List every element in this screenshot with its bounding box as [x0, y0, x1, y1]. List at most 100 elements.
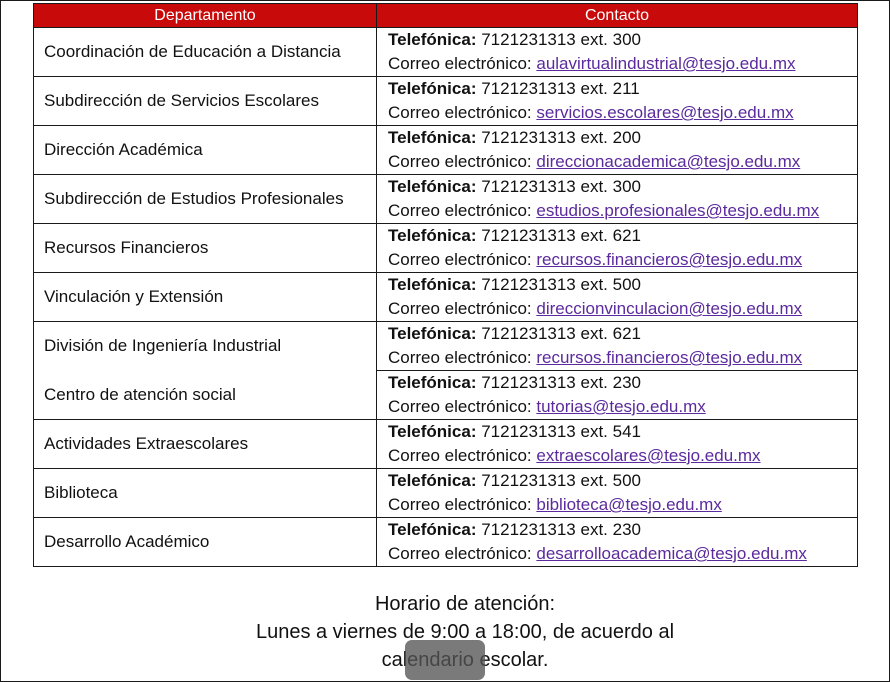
phone-line: Telefónica: 7121231313 ext. 621 [388, 224, 857, 248]
email-link[interactable]: desarrolloacademica@tesjo.edu.mx [536, 544, 807, 563]
table-row: Biblioteca Telefónica: 7121231313 ext. 5… [33, 468, 858, 518]
email-line: Correo electrónico: aulavirtualindustria… [388, 52, 857, 76]
contact-cell: Telefónica: 7121231313 ext. 200 Correo e… [376, 125, 858, 175]
email-line: Correo electrónico: recursos.financieros… [388, 346, 857, 370]
phone-label: Telefónica: [388, 520, 477, 539]
contact-cell: Telefónica: 7121231313 ext. 621 Correo e… [376, 223, 858, 273]
phone-label: Telefónica: [388, 79, 477, 98]
phone-label: Telefónica: [388, 422, 477, 441]
department-cell: Vinculación y Extensión [33, 272, 377, 322]
email-link[interactable]: extraescolares@tesjo.edu.mx [536, 446, 760, 465]
email-label: Correo electrónico: [388, 103, 532, 122]
table-row: Vinculación y Extensión Telefónica: 7121… [33, 272, 858, 322]
contact-cell: Telefónica: 7121231313 ext. 500 Correo e… [376, 468, 858, 518]
email-link[interactable]: direccionvinculacion@tesjo.edu.mx [536, 299, 802, 318]
email-label: Correo electrónico: [388, 446, 532, 465]
email-link[interactable]: biblioteca@tesjo.edu.mx [536, 495, 721, 514]
header-contact: Contacto [376, 3, 858, 28]
email-line: Correo electrónico: tutorias@tesjo.edu.m… [388, 395, 857, 419]
phone-line: Telefónica: 7121231313 ext. 230 [388, 518, 857, 542]
phone-line: Telefónica: 7121231313 ext. 300 [388, 28, 857, 52]
phone-value: 7121231313 ext. 200 [481, 128, 641, 147]
email-link[interactable]: direccionacademica@tesjo.edu.mx [536, 152, 800, 171]
phone-value: 7121231313 ext. 541 [481, 422, 641, 441]
table-row: Centro de atención social Telefónica: 71… [33, 370, 858, 420]
department-cell: Centro de atención social [33, 370, 377, 420]
department-cell: Dirección Académica [33, 125, 377, 175]
email-label: Correo electrónico: [388, 348, 532, 367]
email-label: Correo electrónico: [388, 54, 532, 73]
table-row: Actividades Extraescolares Telefónica: 7… [33, 419, 858, 469]
phone-value: 7121231313 ext. 300 [481, 177, 641, 196]
phone-value: 7121231313 ext. 500 [481, 471, 641, 490]
department-cell: Biblioteca [33, 468, 377, 518]
phone-label: Telefónica: [388, 324, 477, 343]
phone-line: Telefónica: 7121231313 ext. 200 [388, 126, 857, 150]
phone-label: Telefónica: [388, 471, 477, 490]
contact-cell: Telefónica: 7121231313 ext. 300 Correo e… [376, 174, 858, 224]
email-label: Correo electrónico: [388, 299, 532, 318]
phone-value: 7121231313 ext. 230 [481, 520, 641, 539]
department-cell: División de Ingeniería Industrial [33, 321, 377, 371]
phone-label: Telefónica: [388, 275, 477, 294]
email-link[interactable]: aulavirtualindustrial@tesjo.edu.mx [536, 54, 795, 73]
contact-cell: Telefónica: 7121231313 ext. 621 Correo e… [376, 321, 858, 371]
phone-value: 7121231313 ext. 211 [481, 79, 640, 98]
table-row: División de Ingeniería Industrial Telefó… [33, 321, 858, 371]
department-cell: Subdirección de Servicios Escolares [33, 76, 377, 126]
phone-label: Telefónica: [388, 226, 477, 245]
contact-cell: Telefónica: 7121231313 ext. 230 Correo e… [376, 370, 858, 420]
phone-value: 7121231313 ext. 230 [481, 373, 641, 392]
email-line: Correo electrónico: direccionvinculacion… [388, 297, 857, 321]
header-department: Departamento [33, 3, 377, 28]
office-hours-title: Horario de atención: [374, 593, 556, 615]
phone-line: Telefónica: 7121231313 ext. 300 [388, 175, 857, 199]
email-line: Correo electrónico: extraescolares@tesjo… [388, 444, 857, 468]
email-line: Correo electrónico: desarrolloacademica@… [388, 542, 857, 566]
contact-cell: Telefónica: 7121231313 ext. 230 Correo e… [376, 517, 858, 567]
phone-label: Telefónica: [388, 128, 477, 147]
floating-overlay-button[interactable] [405, 640, 485, 680]
email-link[interactable]: servicios.escolares@tesjo.edu.mx [536, 103, 793, 122]
contact-cell: Telefónica: 7121231313 ext. 500 Correo e… [376, 272, 858, 322]
table-body: Coordinación de Educación a Distancia Te… [33, 27, 858, 567]
table-row: Subdirección de Estudios Profesionales T… [33, 174, 858, 224]
department-cell: Subdirección de Estudios Profesionales [33, 174, 377, 224]
email-line: Correo electrónico: recursos.financieros… [388, 248, 857, 272]
phone-label: Telefónica: [388, 30, 477, 49]
phone-label: Telefónica: [388, 373, 477, 392]
department-cell: Actividades Extraescolares [33, 419, 377, 469]
department-cell: Desarrollo Académico [33, 517, 377, 567]
department-cell: Recursos Financieros [33, 223, 377, 273]
email-label: Correo electrónico: [388, 397, 532, 416]
phone-line: Telefónica: 7121231313 ext. 211 [388, 77, 857, 101]
email-label: Correo electrónico: [388, 544, 532, 563]
contact-cell: Telefónica: 7121231313 ext. 211 Correo e… [376, 76, 858, 126]
table-row: Recursos Financieros Telefónica: 7121231… [33, 223, 858, 273]
phone-label: Telefónica: [388, 177, 477, 196]
phone-value: 7121231313 ext. 621 [481, 324, 641, 343]
table-row: Subdirección de Servicios Escolares Tele… [33, 76, 858, 126]
phone-line: Telefónica: 7121231313 ext. 621 [388, 322, 857, 346]
email-link[interactable]: estudios.profesionales@tesjo.edu.mx [536, 201, 819, 220]
email-line: Correo electrónico: estudios.profesional… [388, 199, 857, 223]
email-link[interactable]: recursos.financieros@tesjo.edu.mx [536, 250, 802, 269]
phone-line: Telefónica: 7121231313 ext. 230 [388, 371, 857, 395]
phone-value: 7121231313 ext. 621 [481, 226, 641, 245]
contact-table: Departamento Contacto Coordinación de Ed… [33, 3, 858, 567]
email-line: Correo electrónico: biblioteca@tesjo.edu… [388, 493, 857, 517]
contact-cell: Telefónica: 7121231313 ext. 541 Correo e… [376, 419, 858, 469]
contact-cell: Telefónica: 7121231313 ext. 300 Correo e… [376, 27, 858, 77]
table-row: Desarrollo Académico Telefónica: 7121231… [33, 517, 858, 567]
email-link[interactable]: tutorias@tesjo.edu.mx [536, 397, 705, 416]
email-label: Correo electrónico: [388, 250, 532, 269]
email-label: Correo electrónico: [388, 152, 532, 171]
email-link[interactable]: recursos.financieros@tesjo.edu.mx [536, 348, 802, 367]
department-cell: Coordinación de Educación a Distancia [33, 27, 377, 77]
table-row: Dirección Académica Telefónica: 71212313… [33, 125, 858, 175]
phone-line: Telefónica: 7121231313 ext. 541 [388, 420, 857, 444]
table-row: Coordinación de Educación a Distancia Te… [33, 27, 858, 77]
phone-value: 7121231313 ext. 300 [481, 30, 641, 49]
phone-line: Telefónica: 7121231313 ext. 500 [388, 469, 857, 493]
phone-line: Telefónica: 7121231313 ext. 500 [388, 273, 857, 297]
